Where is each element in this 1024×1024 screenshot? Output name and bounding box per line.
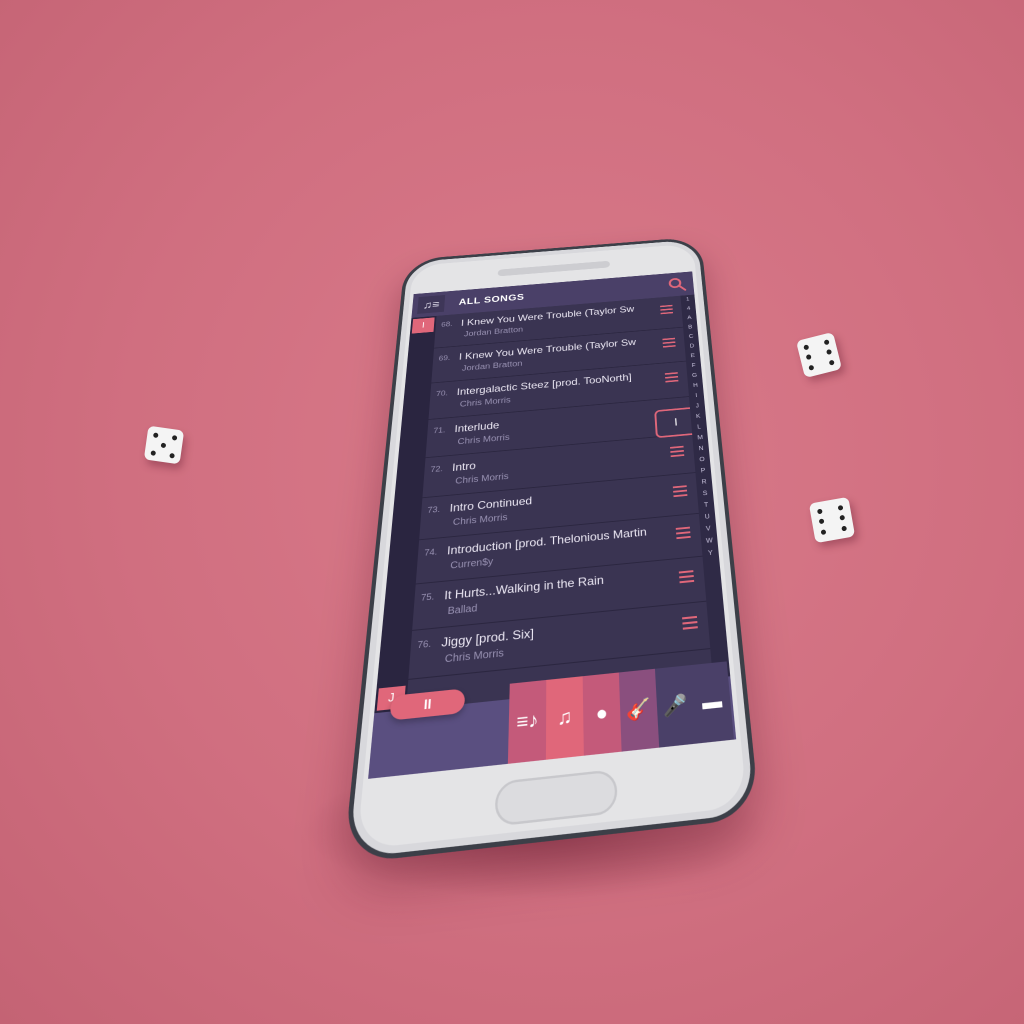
search-icon[interactable]	[667, 276, 687, 293]
folder-icon[interactable]: ▬	[690, 661, 734, 744]
song-menu-icon[interactable]	[662, 337, 676, 351]
phone: ♫≡ ALL SONGS I J 68. I Knew You Were Tro…	[343, 236, 761, 865]
song-artist: Chris Morris	[454, 471, 509, 487]
song-menu-icon[interactable]	[682, 615, 698, 634]
dice-right-top	[795, 331, 843, 379]
song-artist: Chris Morris	[444, 647, 504, 666]
music-list-icon[interactable]: ♫≡	[417, 294, 446, 314]
song-menu-icon[interactable]	[670, 445, 685, 461]
song-number: 69.	[438, 353, 451, 363]
album-icon[interactable]: ●	[582, 672, 622, 756]
scene: ♫≡ ALL SONGS I J 68. I Knew You Were Tro…	[0, 0, 1024, 1024]
song-artist: Chris Morris	[452, 512, 508, 528]
song-menu-icon[interactable]	[660, 304, 674, 317]
song-artist: Chris Morris	[459, 395, 511, 410]
song-number: 76.	[417, 638, 432, 651]
song-number: 68.	[440, 320, 453, 329]
song-artist: Jordan Bratton	[461, 359, 523, 374]
app-screen: ♫≡ ALL SONGS I J 68. I Knew You Were Tro…	[368, 271, 737, 779]
song-artist: Chris Morris	[457, 433, 510, 447]
song-number: 70.	[435, 388, 449, 398]
song-number: 73.	[427, 504, 441, 515]
guitar-icon[interactable]: 🎸	[618, 668, 660, 752]
home-button[interactable]	[494, 768, 618, 827]
song-menu-icon[interactable]	[678, 570, 695, 587]
page-title: ALL SONGS	[458, 291, 525, 308]
song-number: 71.	[433, 425, 446, 435]
dice-right-bottom	[808, 496, 856, 544]
dice-left	[143, 425, 185, 465]
songs-icon[interactable]: ♫	[545, 676, 584, 760]
alphabet-index-letter[interactable]: Y	[702, 547, 719, 561]
song-menu-icon[interactable]	[672, 485, 688, 500]
bottom-bar: II ≡♪ ♫ ● 🎸 🎤 ▬	[368, 661, 737, 779]
song-menu-icon[interactable]	[675, 526, 691, 543]
current-section-letter: I	[411, 317, 435, 334]
song-number: 74.	[423, 546, 438, 558]
song-list: 68. I Knew You Were Trouble (Taylor Sw J…	[406, 295, 713, 710]
song-menu-icon[interactable]	[664, 372, 679, 385]
song-artist: Curren$y	[449, 556, 494, 572]
song-artist: Ballad	[447, 603, 478, 618]
song-number: 75.	[420, 591, 435, 603]
song-number: 72.	[430, 464, 444, 474]
microphone-icon[interactable]: 🎤	[654, 665, 697, 748]
speaker-grille	[497, 260, 610, 277]
song-artist: Jordan Bratton	[463, 325, 524, 339]
playlist-icon[interactable]: ≡♪	[507, 679, 547, 764]
